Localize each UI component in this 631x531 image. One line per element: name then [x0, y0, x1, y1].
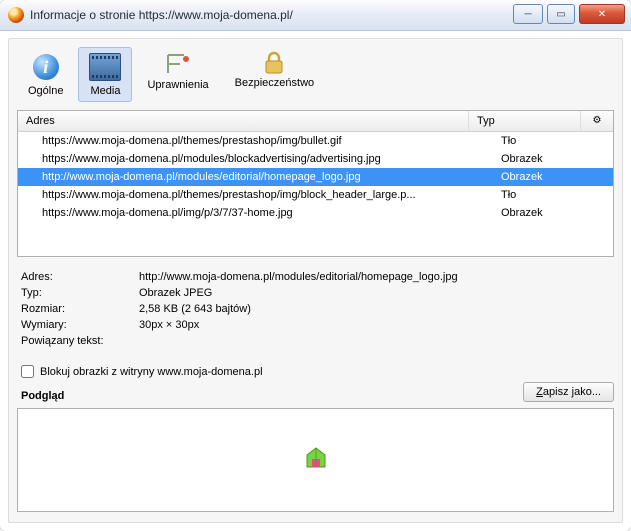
cell-address: https://www.moja-domena.pl/img/p/3/7/37-…	[18, 207, 495, 219]
table-body[interactable]: https://www.moja-domena.pl/themes/presta…	[18, 132, 613, 256]
block-images-row: Blokuj obrazki z witryny www.moja-domena…	[17, 365, 614, 378]
table-row[interactable]: https://www.moja-domena.pl/modules/block…	[18, 150, 613, 168]
value-size: 2,58 KB (2 643 bajtów)	[139, 303, 614, 315]
value-address: http://www.moja-domena.pl/modules/editor…	[139, 271, 614, 283]
cell-type: Obrazek	[495, 171, 613, 183]
cell-type: Tło	[495, 189, 613, 201]
media-icon	[89, 51, 121, 83]
info-icon: i	[30, 51, 62, 83]
tab-media-label: Media	[91, 85, 121, 97]
preview-image	[301, 445, 331, 475]
toolbar: i Ogólne Media Uprawnienia Bezpieczeństw…	[17, 45, 614, 108]
page-info-window: Informacje o stronie https://www.moja-do…	[0, 0, 631, 531]
tab-permissions[interactable]: Uprawnienia	[136, 47, 219, 102]
col-address[interactable]: Adres	[18, 111, 469, 131]
cell-address: https://www.moja-domena.pl/themes/presta…	[18, 189, 495, 201]
cell-address: https://www.moja-domena.pl/modules/block…	[18, 153, 495, 165]
block-images-label: Blokuj obrazki z witryny www.moja-domena…	[40, 366, 263, 378]
value-type: Obrazek JPEG	[139, 287, 614, 299]
table-row[interactable]: https://www.moja-domena.pl/img/p/3/7/37-…	[18, 204, 613, 222]
tab-general[interactable]: i Ogólne	[17, 47, 74, 102]
tab-media[interactable]: Media	[78, 47, 132, 102]
cell-address: http://www.moja-domena.pl/modules/editor…	[18, 171, 495, 183]
lock-icon	[262, 51, 286, 75]
value-assoc-text	[139, 335, 614, 347]
table-row[interactable]: https://www.moja-domena.pl/themes/presta…	[18, 132, 613, 150]
minimize-button[interactable]: ─	[513, 4, 543, 24]
preview-label: Podgląd	[17, 390, 64, 402]
table-row[interactable]: http://www.moja-domena.pl/modules/editor…	[18, 168, 613, 186]
block-images-checkbox[interactable]	[21, 365, 34, 378]
label-assoc-text: Powiązany tekst:	[17, 335, 139, 347]
save-as-button[interactable]: Zapisz jako...	[523, 382, 614, 402]
col-type[interactable]: Typ	[469, 111, 581, 131]
cell-type: Obrazek	[495, 207, 613, 219]
label-address: Adres:	[17, 271, 139, 283]
tab-security-label: Bezpieczeństwo	[235, 77, 315, 89]
preview-box	[17, 408, 614, 512]
titlebar[interactable]: Informacje o stronie https://www.moja-do…	[0, 0, 631, 31]
label-size: Rozmiar:	[17, 303, 139, 315]
window-title: Informacje o stronie https://www.moja-do…	[30, 8, 293, 22]
col-options[interactable]: ⚙	[581, 111, 613, 131]
tab-permissions-label: Uprawnienia	[147, 79, 208, 91]
label-type: Typ:	[17, 287, 139, 299]
value-dimensions: 30px × 30px	[139, 319, 614, 331]
permissions-icon	[164, 51, 192, 77]
close-button[interactable]: ✕	[579, 4, 625, 24]
details-panel: Adres:http://www.moja-domena.pl/modules/…	[17, 269, 614, 349]
table-row[interactable]: https://www.moja-domena.pl/themes/presta…	[18, 186, 613, 204]
maximize-button[interactable]: ▭	[547, 4, 575, 24]
media-table: Adres Typ ⚙ https://www.moja-domena.pl/t…	[17, 110, 614, 257]
cell-address: https://www.moja-domena.pl/themes/presta…	[18, 135, 495, 147]
firefox-icon	[8, 7, 24, 23]
cell-type: Tło	[495, 135, 613, 147]
label-dimensions: Wymiary:	[17, 319, 139, 331]
cell-type: Obrazek	[495, 153, 613, 165]
tab-general-label: Ogólne	[28, 85, 63, 97]
table-header: Adres Typ ⚙	[18, 111, 613, 132]
tab-security[interactable]: Bezpieczeństwo	[224, 47, 326, 102]
content-area: i Ogólne Media Uprawnienia Bezpieczeństw…	[8, 38, 623, 523]
